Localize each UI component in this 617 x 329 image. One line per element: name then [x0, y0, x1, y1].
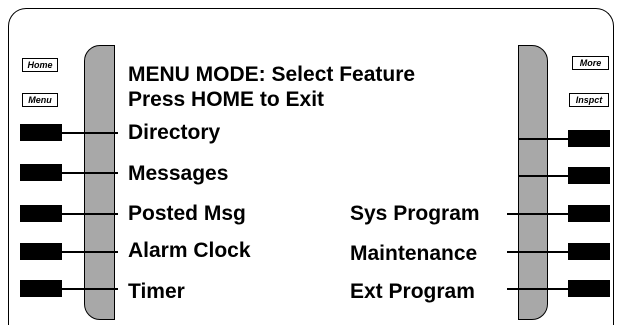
menu-item-messages: Messages [128, 162, 229, 185]
softkey-right-2-leader [519, 175, 568, 177]
softkey-left-2-leader [62, 172, 118, 174]
softkey-right-4[interactable] [568, 243, 610, 260]
menu-button[interactable]: Menu [22, 93, 58, 107]
softkey-right-5-leader [507, 288, 568, 290]
softkey-right-3[interactable] [568, 205, 610, 222]
softkey-left-5[interactable] [20, 280, 62, 297]
softkey-right-3-leader [507, 213, 568, 215]
softkey-left-5-leader [62, 288, 118, 290]
display-header-line1: MENU MODE: Select Feature [128, 63, 416, 86]
more-button[interactable]: More [572, 56, 609, 70]
softkey-right-4-leader [507, 251, 568, 253]
inspct-button[interactable]: Inspct [569, 93, 609, 107]
menu-item-timer: Timer [128, 280, 185, 303]
menu-item-posted-msg: Posted Msg [128, 202, 246, 225]
menu-item-ext-program: Ext Program [350, 280, 475, 303]
menu-item-sys-program: Sys Program [350, 202, 480, 225]
menu-item-alarm-clock: Alarm Clock [128, 239, 251, 262]
softkey-left-3[interactable] [20, 205, 62, 222]
softkey-left-1[interactable] [20, 124, 62, 141]
softkey-left-1-leader [62, 132, 118, 134]
softkey-left-2[interactable] [20, 164, 62, 181]
softkey-right-5[interactable] [568, 280, 610, 297]
softkey-left-4-leader [62, 251, 118, 253]
softkey-left-3-leader [62, 213, 118, 215]
menu-item-directory: Directory [128, 121, 221, 144]
softkey-right-1[interactable] [568, 130, 610, 147]
softkey-left-4[interactable] [20, 243, 62, 260]
home-button[interactable]: Home [22, 58, 58, 72]
softkey-right-2[interactable] [568, 167, 610, 184]
softkey-right-1-leader [519, 138, 568, 140]
display-header-line2: Press HOME to Exit [128, 88, 325, 111]
menu-item-maintenance: Maintenance [350, 242, 478, 265]
